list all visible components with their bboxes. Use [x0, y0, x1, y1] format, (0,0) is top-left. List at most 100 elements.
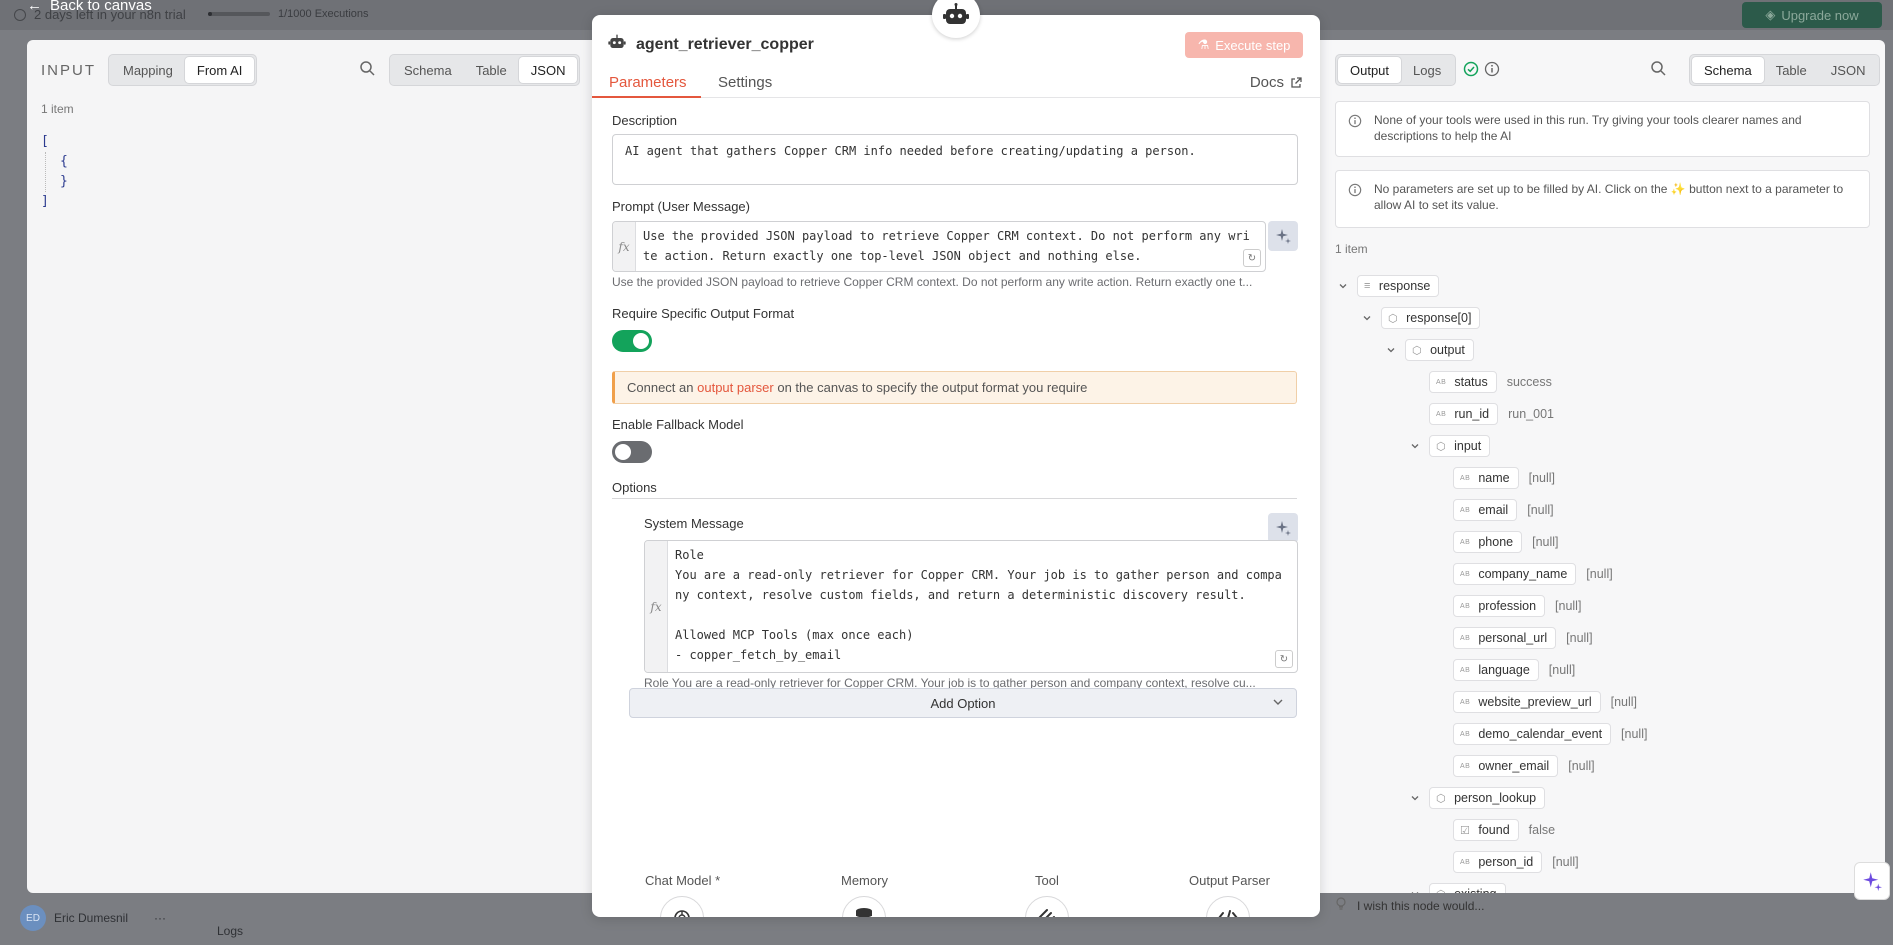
prompt-expression-input[interactable]: fx Use the provided JSON payload to retr… [612, 221, 1266, 272]
chevron-down-icon[interactable] [1335, 281, 1351, 291]
add-option-button[interactable]: Add Option [629, 688, 1297, 718]
schema-key: name [1478, 471, 1510, 485]
schema-key-pill[interactable]: AB language [1453, 659, 1539, 681]
tab-mapping[interactable]: Mapping [111, 57, 185, 83]
schema-key-pill[interactable]: ≡ response [1357, 275, 1440, 297]
tab-schema[interactable]: Schema [1692, 57, 1764, 83]
code-icon[interactable] [1206, 896, 1250, 917]
description-textarea[interactable]: AI agent that gathers Copper CRM info ne… [612, 134, 1298, 185]
schema-key-pill[interactable]: AB website_preview_url [1453, 691, 1601, 713]
ai-fill-button[interactable] [1268, 513, 1298, 543]
schema-key-pill[interactable]: AB profession [1453, 595, 1546, 617]
schema-key-pill[interactable]: AB personal_url [1453, 627, 1557, 649]
logs-bar-label[interactable]: Logs [217, 924, 243, 938]
mcp-tool-icon[interactable] [1025, 896, 1069, 917]
output-parser-link[interactable]: output parser [697, 380, 774, 395]
require-format-toggle[interactable] [612, 330, 652, 352]
schema-tree-row[interactable]: AB person_id [null] [1431, 851, 1579, 873]
chevron-down-icon[interactable] [1359, 313, 1375, 323]
schema-tree-row[interactable]: AB name [null] [1431, 467, 1555, 489]
fallback-label: Enable Fallback Model [612, 417, 744, 432]
upgrade-button[interactable]: ◈ Upgrade now [1742, 2, 1882, 28]
schema-key-pill[interactable]: AB person_id [1453, 851, 1543, 873]
schema-tree-row[interactable]: AB status success [1407, 371, 1552, 393]
tab-logs[interactable]: Logs [1401, 57, 1453, 83]
schema-key-pill[interactable]: AB phone [1453, 531, 1523, 553]
schema-tree-row[interactable]: AB language [null] [1431, 659, 1575, 681]
schema-tree-row[interactable]: AB email [null] [1431, 499, 1554, 521]
tab-from-ai[interactable]: From AI [184, 57, 255, 83]
tab-output[interactable]: Output [1338, 57, 1402, 83]
ai-fill-button[interactable] [1268, 221, 1298, 251]
output-tabs[interactable]: Output Logs [1335, 54, 1457, 86]
gem-icon: ◈ [1765, 7, 1776, 22]
tab-settings[interactable]: Settings [718, 74, 772, 91]
schema-key-pill[interactable]: AB name [1453, 467, 1519, 489]
expand-icon[interactable]: ↻ [1275, 650, 1293, 668]
schema-tree-row[interactable]: ☑ found false [1431, 819, 1555, 841]
feedback-prompt[interactable]: I wish this node would... [1335, 897, 1484, 914]
expand-icon[interactable]: ↻ [1243, 249, 1261, 267]
tab-json[interactable]: JSON [518, 57, 578, 83]
more-icon[interactable]: ··· [154, 911, 166, 925]
tab-table[interactable]: Table [1764, 57, 1819, 83]
node-name[interactable]: agent_retriever_copper [636, 36, 814, 54]
schema-tree-row[interactable]: ≡ response [1335, 275, 1440, 297]
output-view-switch[interactable]: Schema Table JSON [1689, 54, 1881, 86]
system-message-expression-input[interactable]: fx Role You are a read-only retriever fo… [644, 540, 1298, 673]
schema-tree-row[interactable]: AB company_name [null] [1431, 563, 1613, 585]
schema-key-pill[interactable]: AB company_name [1453, 563, 1577, 585]
type-obj-icon: ⬡ [1436, 792, 1447, 805]
info-icon[interactable] [1484, 61, 1500, 80]
docs-link[interactable]: Docs [1250, 74, 1302, 91]
search-icon[interactable] [359, 60, 375, 79]
schema-tree-row[interactable]: AB demo_calendar_event [null] [1431, 723, 1647, 745]
success-check-icon [1463, 61, 1479, 80]
tab-schema[interactable]: Schema [392, 57, 464, 83]
fallback-toggle[interactable] [612, 441, 652, 463]
schema-key-pill[interactable]: ⬡ output [1405, 339, 1474, 361]
schema-tree-row[interactable]: AB phone [null] [1431, 531, 1559, 553]
schema-value: [null] [1621, 727, 1648, 741]
chevron-down-icon[interactable] [1407, 441, 1423, 451]
schema-key-pill[interactable]: AB run_id [1429, 403, 1499, 425]
schema-tree-row[interactable]: ⬡ response[0] [1359, 307, 1481, 329]
chevron-down-icon[interactable] [1383, 345, 1399, 355]
execute-step-button[interactable]: ⚗ Execute step [1185, 32, 1303, 58]
schema-value: false [1528, 823, 1556, 837]
schema-tree-row[interactable]: AB website_preview_url [null] [1431, 691, 1637, 713]
user-menu[interactable]: ED Eric Dumesnil ··· [20, 905, 166, 931]
schema-tree-row[interactable]: AB personal_url [null] [1431, 627, 1593, 649]
schema-key-pill[interactable]: ⬡ existing [1429, 883, 1506, 893]
database-icon[interactable] [842, 896, 886, 917]
schema-tree-row[interactable]: AB profession [null] [1431, 595, 1581, 617]
schema-key-pill[interactable]: AB email [1453, 499, 1518, 521]
chevron-down-icon[interactable] [1407, 889, 1423, 893]
schema-key-pill[interactable]: ⬡ response[0] [1381, 307, 1481, 329]
schema-key-pill[interactable]: AB owner_email [1453, 755, 1559, 777]
schema-key: response [1378, 279, 1431, 293]
schema-tree-row[interactable]: AB owner_email [null] [1431, 755, 1595, 777]
schema-key: website_preview_url [1478, 695, 1592, 709]
back-to-canvas-link[interactable]: ← Back to canvas [27, 0, 152, 14]
input-mode-switch[interactable]: Mapping From AI [108, 54, 258, 86]
schema-tree-row[interactable]: AB run_id run_001 [1407, 403, 1554, 425]
tab-json[interactable]: JSON [1819, 57, 1878, 83]
json-view: [ { } ] [41, 132, 68, 212]
schema-tree-row[interactable]: ⬡ person_lookup [1407, 787, 1546, 809]
schema-tree-row[interactable]: ⬡ input [1407, 435, 1491, 457]
openai-icon[interactable] [660, 896, 704, 917]
schema-key-pill[interactable]: AB demo_calendar_event [1453, 723, 1612, 745]
chevron-down-icon[interactable] [1407, 793, 1423, 803]
search-icon[interactable] [1650, 60, 1666, 79]
schema-key-pill[interactable]: ⬡ input [1429, 435, 1491, 457]
schema-key-pill[interactable]: ⬡ person_lookup [1429, 787, 1546, 809]
input-view-switch[interactable]: Schema Table JSON [389, 54, 581, 86]
schema-tree-row[interactable]: ⬡ existing [1407, 883, 1506, 893]
schema-key-pill[interactable]: AB status [1429, 371, 1497, 393]
ai-assistant-button[interactable] [1854, 862, 1890, 900]
schema-tree-row[interactable]: ⬡ output [1383, 339, 1474, 361]
schema-key-pill[interactable]: ☑ found [1453, 819, 1519, 841]
tab-parameters[interactable]: Parameters [609, 74, 687, 91]
tab-table[interactable]: Table [464, 57, 519, 83]
